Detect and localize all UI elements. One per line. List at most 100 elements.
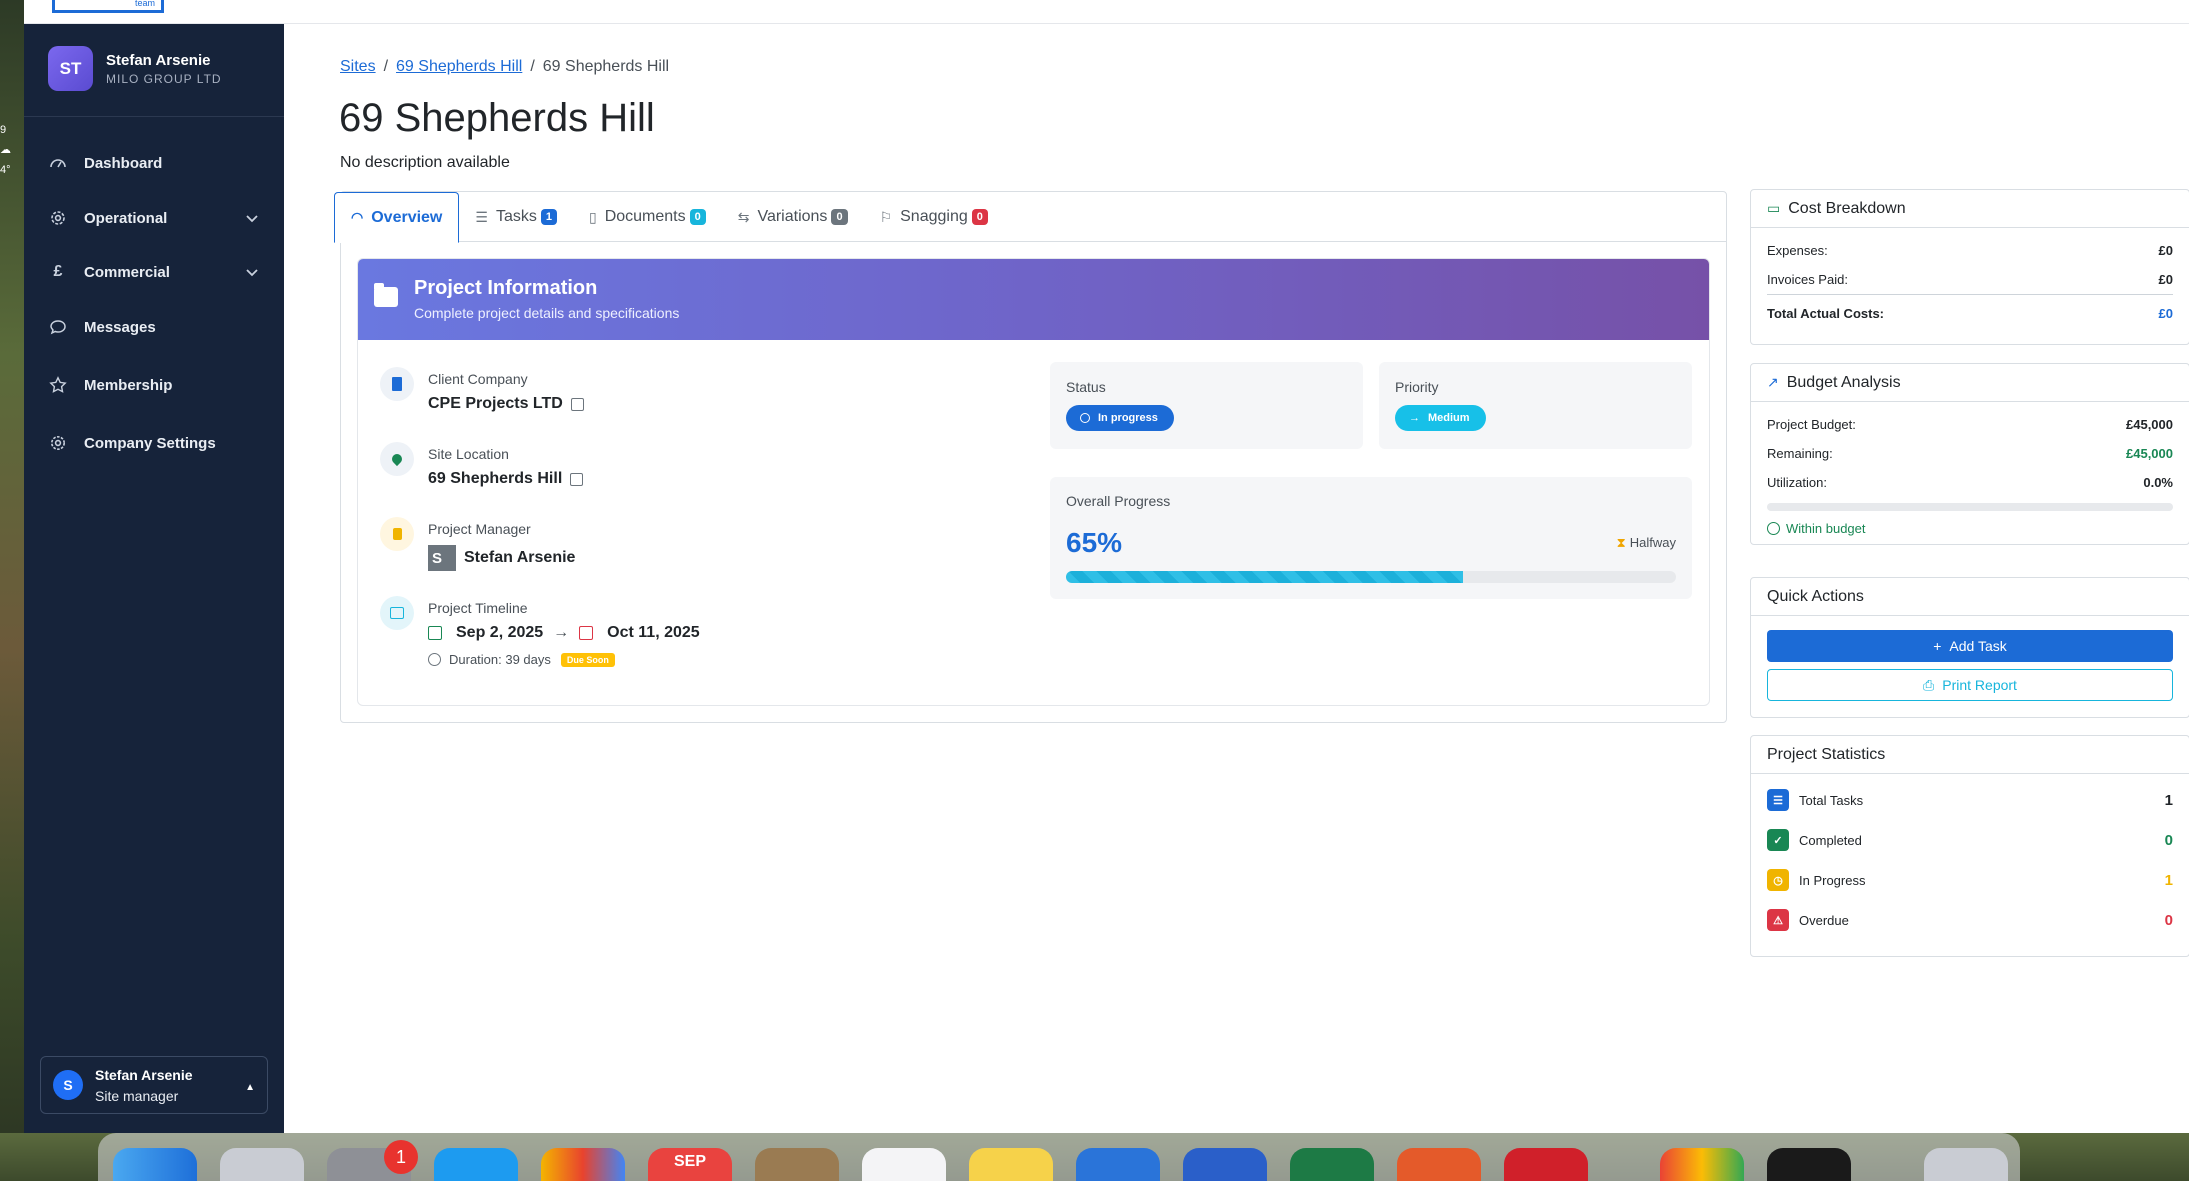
panel-header: Project Statistics xyxy=(1751,736,2189,774)
badge-icon xyxy=(380,517,414,551)
client-company-link[interactable]: CPE Projects LTD xyxy=(428,395,563,413)
launchpad-icon[interactable] xyxy=(220,1148,304,1181)
button-label: Print Report xyxy=(1942,677,2017,693)
budget-analysis-panel: ↗ Budget Analysis Project Budget: £45,000 … xyxy=(1750,363,2189,545)
xcode-icon[interactable] xyxy=(434,1148,518,1181)
tab-documents[interactable]: ▯ Documents 0 xyxy=(573,192,722,242)
trash-icon[interactable] xyxy=(1924,1148,2008,1181)
avatar: S xyxy=(428,545,456,571)
app-icon[interactable] xyxy=(755,1148,839,1181)
finder-icon[interactable] xyxy=(113,1148,197,1181)
photos-icon[interactable] xyxy=(541,1148,625,1181)
row-value: £45,000 xyxy=(2126,417,2173,432)
brave-icon[interactable] xyxy=(1397,1148,1481,1181)
warning-icon: ⚠ xyxy=(1767,909,1789,931)
row-value: 0.0% xyxy=(2143,475,2173,490)
client-company: Client Company CPE Projects LTD xyxy=(380,367,584,413)
excel-icon[interactable] xyxy=(1290,1148,1374,1181)
site-location: Site Location 69 Shepherds Hill xyxy=(380,442,584,488)
plus-icon: + xyxy=(1933,638,1942,654)
breadcrumb-separator: / xyxy=(383,58,389,75)
external-link-icon[interactable] xyxy=(570,397,584,411)
sidebar-item-company-settings[interactable]: Company Settings xyxy=(24,423,284,463)
outlook-icon[interactable] xyxy=(1076,1148,1160,1181)
breadcrumb-sites-link[interactable]: Sites xyxy=(340,58,376,75)
add-task-button[interactable]: + Add Task xyxy=(1767,630,2173,662)
cost-breakdown-panel: ▭ Cost Breakdown Expenses: £0 Invoices Pai… xyxy=(1750,189,2189,345)
tab-tasks[interactable]: ☰ Tasks 1 xyxy=(459,192,573,242)
row-label: Utilization: xyxy=(1767,475,1827,490)
chrome-icon[interactable] xyxy=(1660,1148,1744,1181)
calendar-month: SEP xyxy=(674,1153,707,1170)
chat-icon xyxy=(48,317,68,337)
pound-icon: £ xyxy=(53,263,63,280)
cost-row-expenses: Expenses: £0 xyxy=(1751,236,2189,265)
print-report-button[interactable]: ⎙ Print Report xyxy=(1767,669,2173,701)
stat-label: Overdue xyxy=(1799,912,1849,928)
opera-icon[interactable] xyxy=(1504,1148,1588,1181)
row-value: £0 xyxy=(2158,306,2173,321)
word-icon[interactable] xyxy=(1183,1148,1267,1181)
breadcrumb-current: 69 Shepherds Hill xyxy=(542,58,670,75)
avatar: S xyxy=(53,1070,83,1100)
user-company: MILO GROUP LTD xyxy=(106,71,222,86)
site-location-link[interactable]: 69 Shepherds Hill xyxy=(428,470,562,488)
weather-icon: ☁ xyxy=(0,144,11,156)
sidebar-item-membership[interactable]: Membership xyxy=(24,365,284,405)
terminal-icon[interactable] xyxy=(1767,1148,1851,1181)
tab-snagging[interactable]: ⚐ Snagging 0 xyxy=(864,192,1004,242)
sidebar-item-messages[interactable]: Messages xyxy=(24,307,284,347)
breadcrumb-site-link[interactable]: 69 Shepherds Hill xyxy=(396,58,522,75)
calendar-check-icon xyxy=(428,626,442,640)
stat-label: Total Tasks xyxy=(1799,792,1864,808)
panel-header: Quick Actions xyxy=(1751,578,2189,616)
row-value: £0 xyxy=(2158,243,2173,258)
field-label: Site Location xyxy=(428,446,509,462)
clock-icon: ◷ xyxy=(1767,869,1789,891)
sidebar-item-operational[interactable]: Operational xyxy=(24,198,284,238)
stat-value: 1 xyxy=(2164,791,2173,809)
star-icon xyxy=(48,375,68,395)
stat-label: In Progress xyxy=(1799,872,1866,888)
sidebar-item-label: Dashboard xyxy=(84,154,163,172)
stat-overdue: ⚠ Overdue 0 xyxy=(1751,900,2189,940)
end-date: Oct 11, 2025 xyxy=(607,624,700,641)
panel-title: Quick Actions xyxy=(1767,587,1864,605)
row-label: Remaining: xyxy=(1767,446,1833,461)
stat-value: 0 xyxy=(2164,911,2173,929)
printer-icon: ⎙ xyxy=(1923,676,1935,693)
user-menu-button[interactable]: S Stefan Arsenie Site manager ▲ xyxy=(40,1056,268,1114)
sidebar-item-dashboard[interactable]: Dashboard xyxy=(24,142,284,184)
app-logo[interactable]: team xyxy=(52,0,164,13)
building-icon xyxy=(380,367,414,401)
tab-variations[interactable]: ⇆ Variations 0 xyxy=(722,192,864,242)
desktop-background: 9 ☁ 4° xyxy=(0,0,24,1181)
notes-icon[interactable] xyxy=(969,1148,1053,1181)
sidebar-nav: Dashboard Operational £ Commercial Messa… xyxy=(24,142,284,463)
stat-in-progress: ◷ In Progress 1 xyxy=(1751,860,2189,900)
field-label: Project Manager xyxy=(428,521,531,537)
utilization-row: Utilization: 0.0% xyxy=(1751,468,2189,497)
row-label: Expenses: xyxy=(1767,243,1828,258)
field-label: Overall Progress xyxy=(1066,493,1171,509)
notification-badge: 1 xyxy=(384,1140,418,1174)
chevron-down-icon xyxy=(244,264,260,284)
sidebar-item-commercial[interactable]: £ Commercial xyxy=(24,252,284,292)
reminders-icon[interactable] xyxy=(862,1148,946,1181)
panel-title: Budget Analysis xyxy=(1786,373,1901,391)
footer-user-name: Stefan Arsenie xyxy=(95,1066,193,1083)
tab-bar: ◠ Overview ☰ Tasks 1 ▯ Documents 0 ⇆ Var… xyxy=(334,192,1727,243)
panel-header: ▭ Cost Breakdown xyxy=(1751,190,2189,228)
cash-icon: ▭ xyxy=(1767,200,1781,216)
external-link-icon[interactable] xyxy=(570,472,584,486)
button-label: Add Task xyxy=(1949,638,2007,654)
chart-line-icon: ↗ xyxy=(1767,374,1779,390)
row-label: Total Actual Costs: xyxy=(1767,306,1885,321)
page-description: No description available xyxy=(340,154,510,171)
sidebar-divider xyxy=(24,116,284,117)
project-statistics-panel: Project Statistics ☰ Total Tasks 1 ✓ Comple… xyxy=(1750,735,2189,957)
sidebar-user: ST Stefan Arsenie MILO GROUP LTD xyxy=(48,46,222,91)
tab-overview[interactable]: ◠ Overview xyxy=(334,192,460,243)
sidebar-item-label: Operational xyxy=(84,209,168,227)
check-circle-icon xyxy=(1767,522,1780,535)
